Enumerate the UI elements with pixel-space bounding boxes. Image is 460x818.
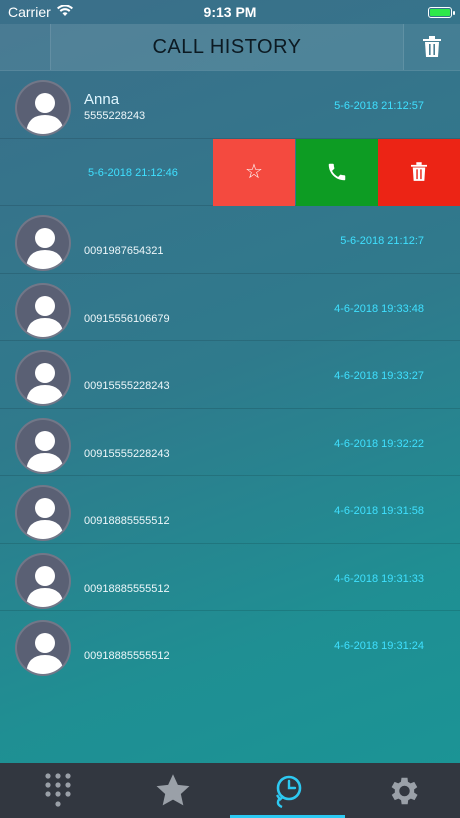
tab-bar [0,763,460,818]
call-date: 5-6-2018 21:12:7 [340,235,424,247]
call-date: 4-6-2018 19:33:48 [334,302,424,315]
call-row[interactable]: 00918885555512 4-6-2018 19:31:24 [0,611,460,679]
call-date: 4-6-2018 19:31:58 [334,505,424,517]
navigation-bar: CALL HISTORY [0,24,460,71]
gear-icon [391,777,418,804]
page-title: CALL HISTORY [51,24,403,70]
phone-number: 00915556106679 [84,312,170,325]
phone-number: 5555228243 [84,110,146,122]
star-icon [156,773,189,805]
avatar [15,552,71,609]
swiped-call-row[interactable]: 5-6-2018 21:12:46 ☆ [0,138,460,206]
call-date: 4-6-2018 19:33:27 [334,370,424,382]
call-action-button[interactable] [296,138,378,206]
avatar [15,350,71,406]
avatar [15,620,71,676]
nav-left-slot [0,24,51,70]
tab-favorites[interactable] [115,763,230,818]
phone-number: 00915555228243 [84,380,170,392]
avatar [15,215,71,271]
call-date: 5-6-2018 21:12:46 [88,166,178,179]
avatar [15,417,71,474]
battery-icon [428,6,455,18]
phone-icon [328,163,346,181]
delete-action-button[interactable] [378,138,460,206]
clear-history-button[interactable] [403,24,460,70]
status-bar: Carrier 9:13 PM [0,0,460,24]
avatar [15,282,71,339]
keypad-icon [44,772,71,807]
trash-icon [411,162,427,181]
call-row[interactable]: 0091987654321 5-6-2018 21:12:7 [0,206,460,274]
call-date: 4-6-2018 19:31:33 [334,572,424,585]
tab-history[interactable] [230,763,345,818]
favorite-action-button[interactable]: ☆ [213,138,295,206]
call-row[interactable]: 00915556106679 4-6-2018 19:33:48 [0,274,460,341]
phone-number: 00915555228243 [84,447,170,460]
call-date: 4-6-2018 19:31:24 [334,640,424,652]
star-outline-icon: ☆ [245,161,263,183]
call-row[interactable]: 00918885555512 4-6-2018 19:31:33 [0,544,460,611]
phone-number: 00918885555512 [84,515,170,527]
tab-settings[interactable] [345,763,460,818]
trash-icon [423,36,441,57]
call-history-list: Anna 5555228243 5-6-2018 21:12:57 5-6-20… [0,71,460,679]
call-row[interactable]: 00915555228243 4-6-2018 19:33:27 [0,341,460,409]
call-row[interactable]: Anna 5555228243 5-6-2018 21:12:57 [0,71,460,139]
phone-number: 00918885555512 [84,650,170,662]
history-icon [275,775,301,808]
phone-number: 00918885555512 [84,582,170,595]
call-date: 5-6-2018 21:12:57 [334,100,424,112]
contact-name: Anna [84,91,120,108]
carrier-label: Carrier [8,4,51,20]
wifi-icon [56,4,73,20]
call-date: 4-6-2018 19:32:22 [334,437,424,450]
avatar [15,80,71,136]
tab-keypad[interactable] [0,763,115,818]
call-row[interactable]: 00918885555512 4-6-2018 19:31:58 [0,476,460,544]
call-row[interactable]: 00915555228243 4-6-2018 19:32:22 [0,409,460,476]
phone-number: 0091987654321 [84,245,164,257]
avatar [15,485,71,541]
